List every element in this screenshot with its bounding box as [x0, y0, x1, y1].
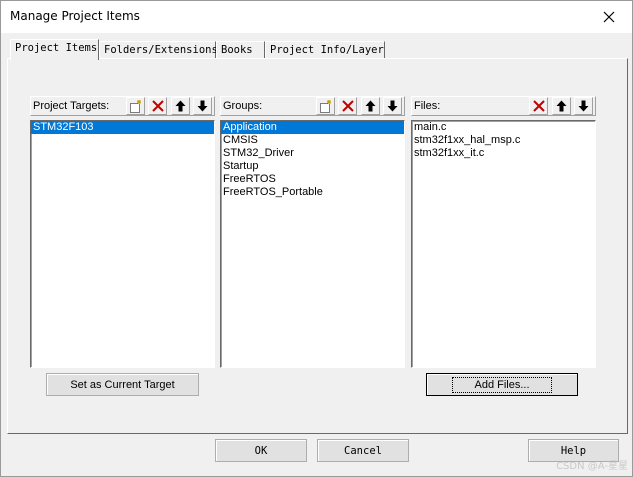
- new-item-icon: [319, 99, 332, 113]
- files-header: Files:: [411, 96, 596, 116]
- list-item[interactable]: Startup: [221, 160, 404, 173]
- move-down-icon: [578, 100, 589, 112]
- tab-folders-extensions[interactable]: Folders/Extensions: [99, 41, 218, 59]
- help-label: Help: [560, 444, 587, 457]
- tab-books[interactable]: Books: [216, 41, 265, 59]
- move-target-down-button[interactable]: [193, 97, 212, 115]
- groups-header: Groups:: [220, 96, 405, 116]
- files-list[interactable]: main.c stm32f1xx_hal_msp.c stm32f1xx_it.…: [411, 120, 596, 368]
- list-item[interactable]: stm32f1xx_it.c: [412, 147, 595, 160]
- move-file-up-button[interactable]: [552, 97, 571, 115]
- move-up-icon: [556, 100, 567, 112]
- tab-label: Project Items: [15, 42, 98, 54]
- project-targets-label: Project Targets:: [33, 100, 110, 112]
- watermark: CSDN @A-星星: [556, 461, 628, 472]
- groups-list[interactable]: Application CMSIS STM32_Driver Startup F…: [220, 120, 405, 368]
- add-files-button[interactable]: Add Files...: [426, 373, 578, 396]
- move-target-up-button[interactable]: [171, 97, 190, 115]
- delete-icon: [532, 100, 545, 112]
- delete-icon: [341, 100, 354, 112]
- new-group-button[interactable]: [316, 97, 335, 115]
- move-file-down-button[interactable]: [574, 97, 593, 115]
- tab-label: Project Info/Layer: [270, 44, 384, 56]
- move-down-icon: [387, 100, 398, 112]
- move-up-icon: [365, 100, 376, 112]
- list-item[interactable]: STM32F103: [31, 121, 214, 134]
- window-title: Manage Project Items: [10, 9, 140, 23]
- list-item[interactable]: CMSIS: [221, 134, 404, 147]
- set-current-target-button[interactable]: Set as Current Target: [46, 373, 199, 396]
- dialog-window: Manage Project Items Project Items Folde…: [0, 0, 633, 477]
- tab-panel-project-items: Project Targets: STM32F103 Groups: Appli…: [7, 58, 628, 434]
- ok-label: OK: [254, 444, 268, 457]
- new-item-icon: [129, 99, 142, 113]
- add-files-label: Add Files...: [452, 376, 552, 393]
- move-up-icon: [175, 100, 186, 112]
- list-item[interactable]: STM32_Driver: [221, 147, 404, 160]
- list-item[interactable]: stm32f1xx_hal_msp.c: [412, 134, 595, 147]
- project-targets-list[interactable]: STM32F103: [30, 120, 215, 368]
- move-group-down-button[interactable]: [383, 97, 402, 115]
- close-button[interactable]: [586, 1, 632, 32]
- tab-project-info-layer[interactable]: Project Info/Layer: [265, 41, 385, 59]
- list-item[interactable]: FreeRTOS: [221, 173, 404, 186]
- delete-group-button[interactable]: [338, 97, 357, 115]
- list-item[interactable]: FreeRTOS_Portable: [221, 186, 404, 199]
- tab-project-items[interactable]: Project Items: [10, 39, 99, 60]
- project-targets-header: Project Targets:: [30, 96, 215, 116]
- move-down-icon: [197, 100, 208, 112]
- groups-label: Groups:: [223, 100, 263, 112]
- cancel-button[interactable]: Cancel: [317, 439, 409, 462]
- list-item[interactable]: main.c: [412, 121, 595, 134]
- set-current-target-label: Set as Current Target: [70, 378, 175, 391]
- files-label: Files:: [414, 100, 441, 112]
- tab-label: Folders/Extensions: [104, 44, 218, 56]
- title-bar: Manage Project Items: [1, 1, 632, 33]
- list-item[interactable]: Application: [221, 121, 404, 134]
- delete-icon: [151, 100, 164, 112]
- delete-target-button[interactable]: [148, 97, 167, 115]
- ok-button[interactable]: OK: [215, 439, 307, 462]
- close-icon: [603, 11, 615, 23]
- delete-file-button[interactable]: [529, 97, 548, 115]
- new-target-button[interactable]: [126, 97, 145, 115]
- cancel-label: Cancel: [344, 444, 382, 457]
- move-group-up-button[interactable]: [361, 97, 380, 115]
- tab-label: Books: [221, 44, 253, 56]
